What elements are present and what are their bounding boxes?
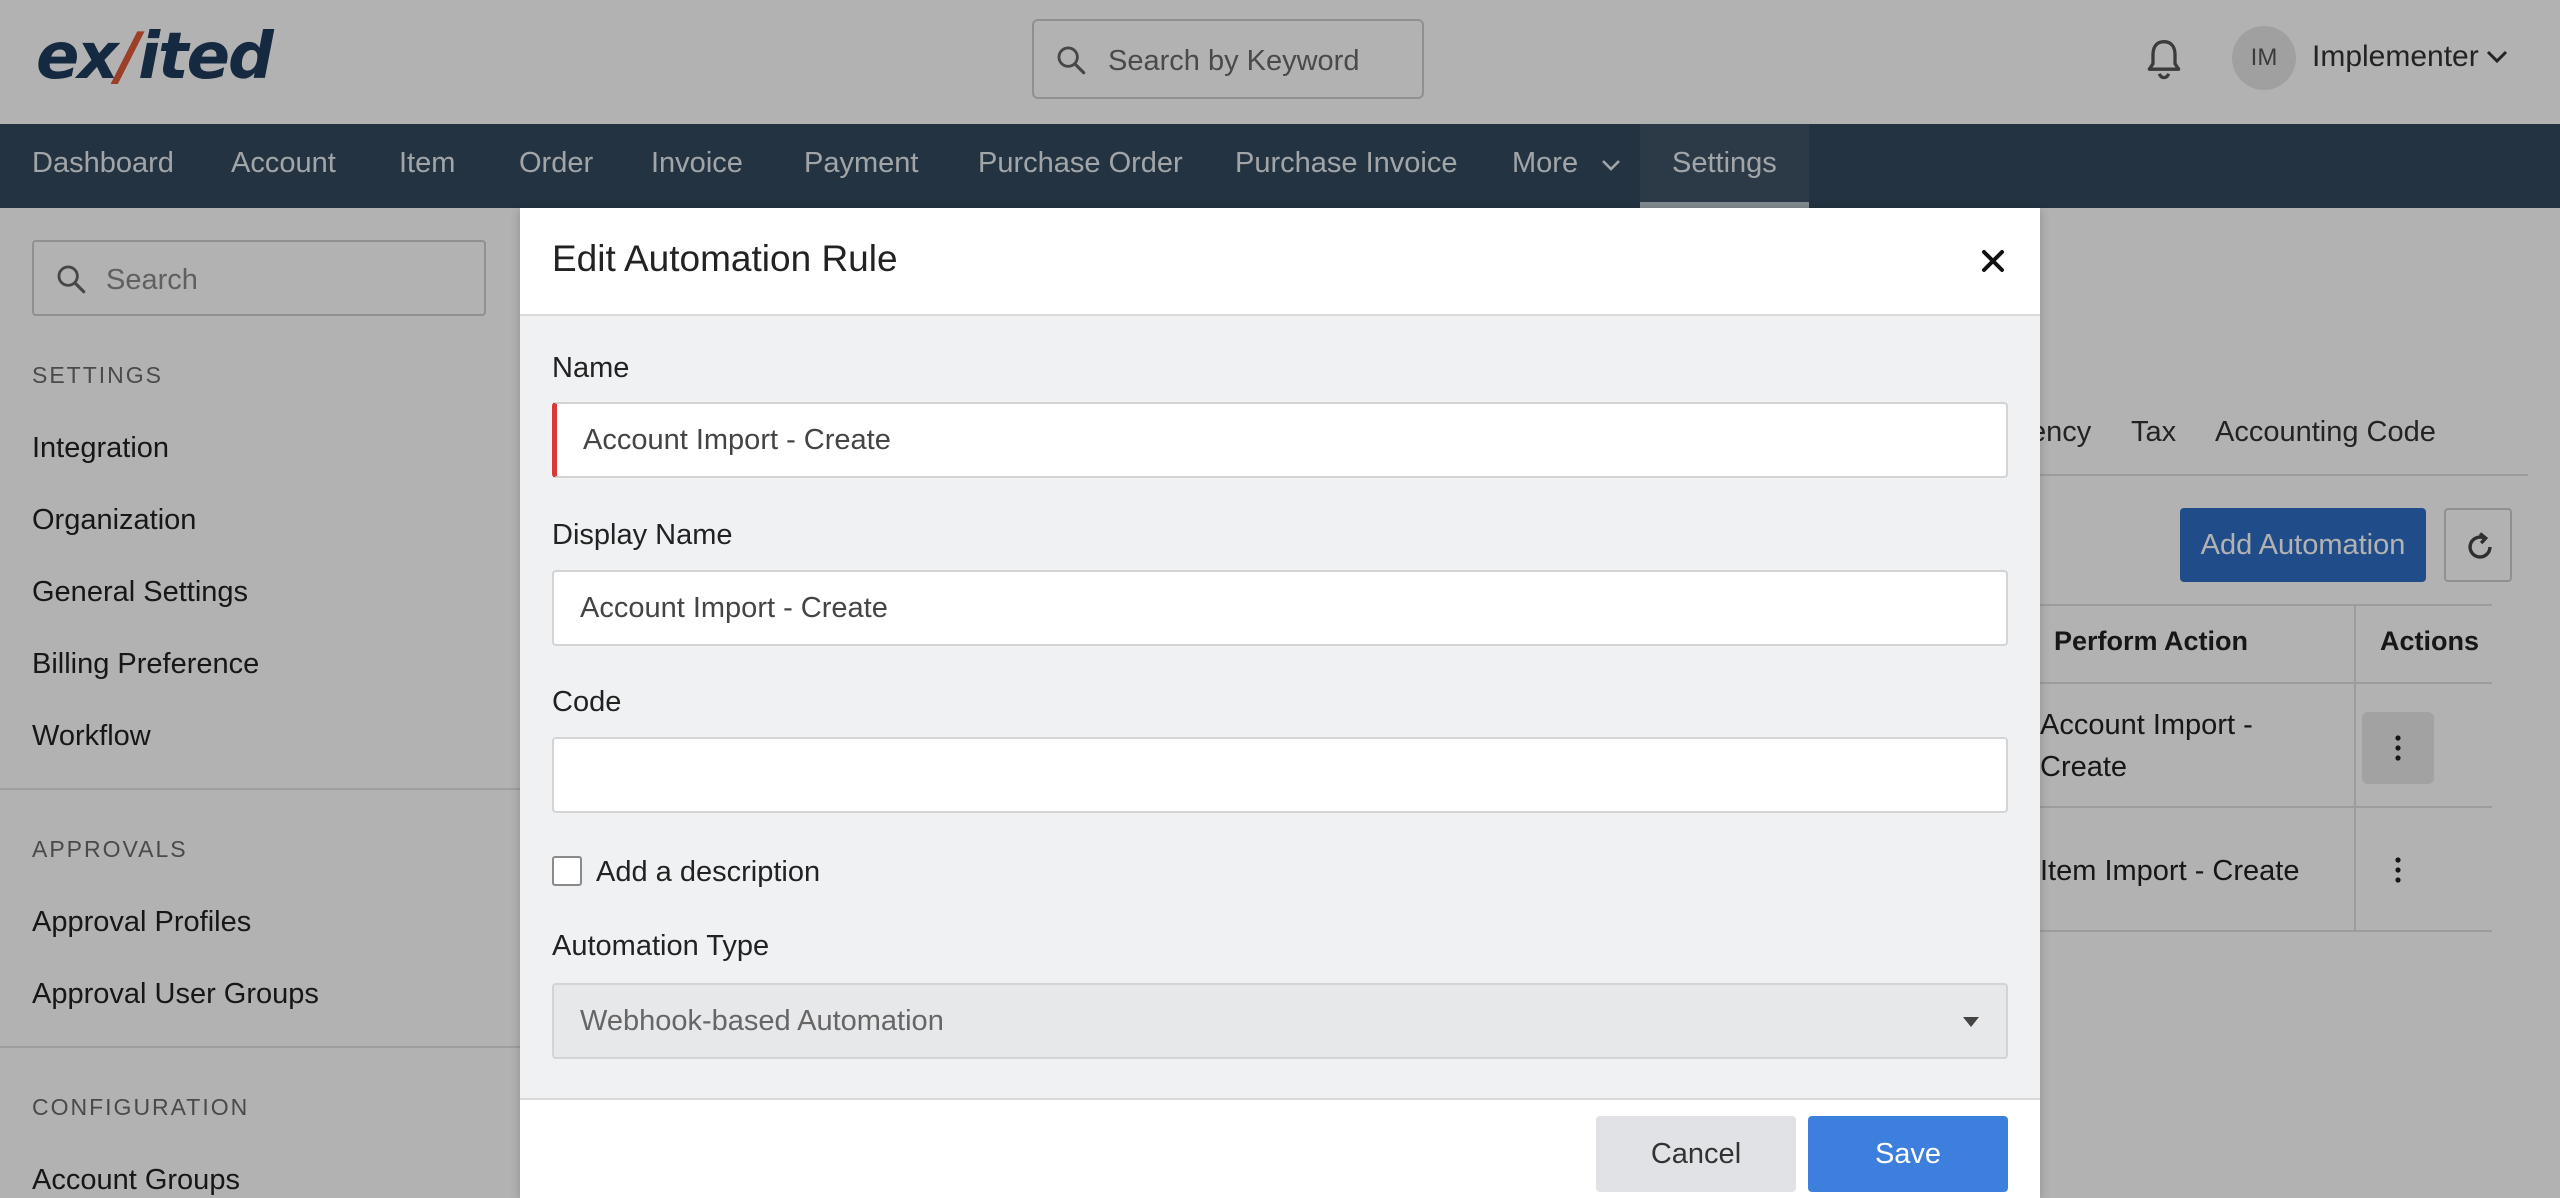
code-field[interactable] [552, 737, 2008, 813]
edit-automation-rule-modal: Edit Automation Rule Name Account Import… [520, 208, 2040, 1198]
name-label: Name [552, 352, 630, 384]
add-description-label[interactable]: Add a description [596, 856, 820, 889]
display-name-label: Display Name [552, 519, 733, 551]
modal-header: Edit Automation Rule [520, 208, 2040, 316]
automation-type-value: Webhook-based Automation [580, 1005, 944, 1037]
close-icon[interactable] [1978, 246, 2008, 276]
modal-footer: Cancel Save [520, 1098, 2040, 1198]
save-button[interactable]: Save [1808, 1116, 2008, 1192]
name-field[interactable]: Account Import - Create [552, 402, 2008, 478]
modal-title: Edit Automation Rule [552, 238, 898, 279]
display-name-field[interactable]: Account Import - Create [552, 570, 2008, 646]
automation-type-select[interactable]: Webhook-based Automation [552, 983, 2008, 1059]
caret-down-icon [1963, 1017, 1979, 1027]
add-description-checkbox[interactable] [552, 856, 582, 886]
cancel-button[interactable]: Cancel [1596, 1116, 1796, 1192]
automation-type-label: Automation Type [552, 930, 770, 962]
code-label: Code [552, 686, 622, 718]
